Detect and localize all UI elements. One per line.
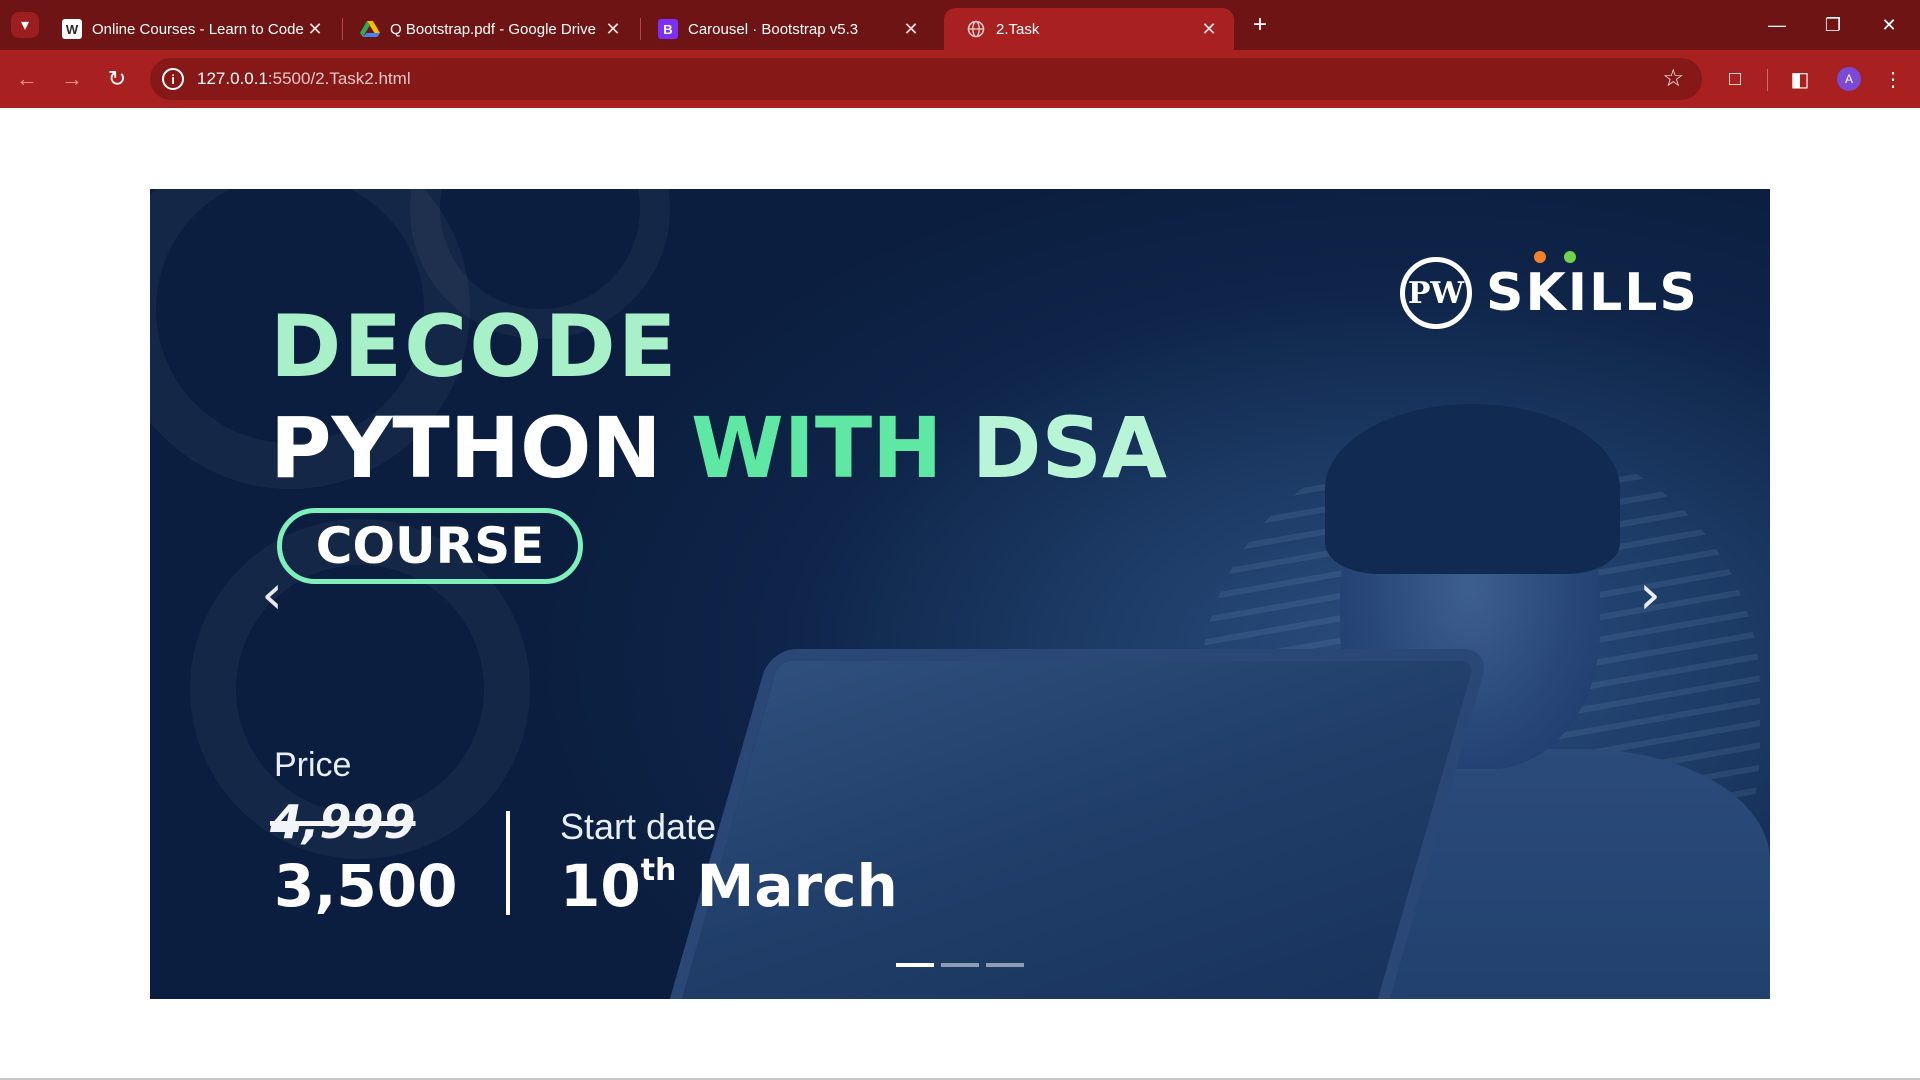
menu-button[interactable]: ⋮ [1876,62,1910,96]
old-price: 4,999 [270,795,416,849]
brand-text: SKILLS [1486,251,1699,323]
minimize-icon: — [1768,14,1786,35]
divider [506,811,510,915]
start-date-label: Start date [560,806,717,847]
restore-button[interactable]: ❐ [1810,8,1856,42]
site-info-icon[interactable]: i [162,68,184,90]
tab-strip: ▾ W Online Courses - Learn to Code ✕ Q B… [0,0,1920,50]
toolbar-divider [1767,69,1768,91]
new-price: 3,500 [274,852,458,920]
wordpress-icon: W [62,19,82,39]
brand-name: SKILLS [1486,263,1699,323]
arrow-right-icon: → [61,66,83,91]
green-dot [1564,251,1576,263]
chevron-down-icon: ▾ [20,17,30,34]
side-panel-button[interactable]: ◧ [1783,62,1817,96]
carousel-indicator-1[interactable] [896,963,934,967]
forward-button[interactable]: → [55,62,89,96]
google-drive-icon [360,19,380,39]
headline-word: WITH [690,399,943,497]
tab-active-2-task[interactable]: 2.Task ✕ [944,8,1234,50]
bookmark-star-icon[interactable]: ☆ [1662,64,1684,93]
close-tab-icon[interactable]: ✕ [602,19,624,40]
headline-decode: DECODE [270,297,679,397]
tab-title: 2.Task [996,20,1040,38]
extensions-button[interactable]: □ [1718,62,1752,96]
restore-icon: ❐ [1824,14,1842,35]
person-illustration [1325,404,1620,574]
profile-avatar[interactable]: A [1837,67,1861,91]
carousel-next-button[interactable]: › [1620,554,1680,634]
close-tab-icon[interactable]: ✕ [304,19,326,40]
url-path: :5500/2.Task2.html [267,69,411,88]
close-window-button[interactable]: ✕ [1866,8,1912,42]
side-panel-icon: ◧ [1790,68,1810,91]
close-tab-icon[interactable]: ✕ [1198,19,1220,40]
tab-search-button[interactable]: ▾ [11,12,39,38]
close-icon: ✕ [1881,14,1897,35]
tab-online-courses[interactable]: W Online Courses - Learn to Code ✕ [40,8,340,50]
puzzle-icon: □ [1728,67,1742,90]
tab-title: Carousel · Bootstrap v5.3 [688,20,859,38]
minimize-button[interactable]: — [1754,8,1800,42]
close-tab-icon[interactable]: ✕ [900,19,922,40]
bootstrap-icon: B [658,19,678,39]
carousel-prev-button[interactable]: ‹ [242,554,302,634]
laptop-illustration [649,649,1491,999]
plus-icon: + [1252,11,1267,38]
chevron-left-icon: ‹ [261,562,283,626]
headline-course-name: PYTHON WITH DSA [270,399,1167,497]
carousel-indicator-2[interactable] [941,963,979,967]
back-button[interactable]: ← [10,62,44,96]
tab-title: Q Bootstrap.pdf - Google Drive [390,20,596,38]
start-day: 10 [560,852,641,920]
address-bar[interactable]: i 127.0.0.1:5500/2.Task2.html ☆ [150,58,1702,100]
new-tab-button[interactable]: + [1246,11,1274,39]
headline-word: PYTHON [270,399,662,497]
carousel-indicators [896,963,1024,967]
browser-toolbar: ← → ↻ i 127.0.0.1:5500/2.Task2.html ☆ □ … [0,50,1920,108]
arrow-left-icon: ← [16,66,38,91]
pw-badge: PW [1400,257,1472,329]
tab-google-drive[interactable]: Q Bootstrap.pdf - Google Drive ✕ [338,8,638,50]
carousel-indicator-3[interactable] [986,963,1024,967]
price-label: Price [274,746,352,784]
reload-icon: ↻ [107,66,127,91]
chevron-right-icon: › [1639,562,1661,626]
course-badge: COURSE [277,508,583,584]
headline-word: DSA [971,399,1167,497]
tab-bootstrap-carousel[interactable]: B Carousel · Bootstrap v5.3 ✕ [636,8,936,50]
carousel: PW SKILLS DECODE PYTHON WITH DSA COURSE … [150,189,1770,999]
reload-button[interactable]: ↻ [100,62,134,96]
url-host: 127.0.0.1 [197,69,268,88]
globe-icon [966,19,986,39]
pw-skills-logo: PW SKILLS [1400,251,1699,329]
start-day-suffix: th [640,853,677,888]
start-date: 10th March [560,852,898,920]
more-vertical-icon: ⋮ [1883,68,1903,91]
url-text[interactable]: 127.0.0.1:5500/2.Task2.html [197,69,411,89]
orange-dot [1534,251,1546,263]
start-month: March [696,852,898,920]
tab-title: Online Courses - Learn to Code [92,20,304,38]
